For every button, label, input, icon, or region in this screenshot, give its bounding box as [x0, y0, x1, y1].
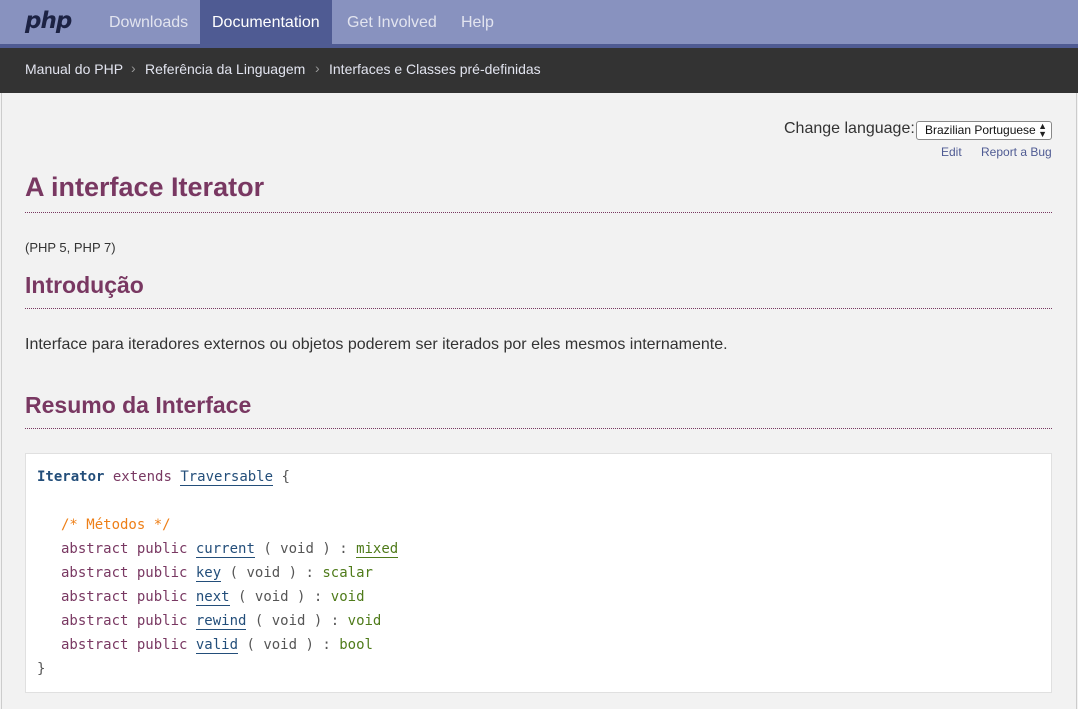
method-key-link[interactable]: key	[195, 565, 222, 582]
method-row: abstract public rewind ( void ) : void	[61, 612, 381, 630]
synopsis-header: Iterator extends Traversable {	[37, 468, 290, 486]
method-row: abstract public current ( void ) : mixed	[61, 540, 399, 558]
method-params: ( void )	[254, 613, 323, 629]
return-colon: :	[305, 565, 314, 581]
language-select[interactable]: Brazilian Portuguese ▲ ▼	[916, 121, 1052, 140]
method-params: ( void )	[246, 637, 314, 653]
method-params: ( void )	[263, 541, 331, 557]
close-brace: }	[37, 661, 46, 677]
method-next-link[interactable]: next	[195, 589, 230, 606]
return-colon: :	[330, 613, 340, 629]
methods-comment: /* Métodos */	[61, 517, 171, 533]
return-colon: :	[313, 589, 323, 605]
summary-heading: Resumo da Interface	[25, 392, 252, 418]
return-type: void	[347, 613, 382, 629]
nav-help[interactable]: Help	[449, 0, 506, 44]
method-modifiers: abstract public	[61, 565, 188, 581]
breadcrumb-predefined-interfaces[interactable]: Interfaces e Classes pré-definidas	[329, 61, 541, 77]
method-params: ( void )	[229, 565, 298, 581]
method-row: abstract public key ( void ) : scalar	[61, 564, 373, 582]
nav-documentation[interactable]: Documentation	[200, 0, 332, 48]
select-arrows-icon: ▲ ▼	[1038, 121, 1047, 139]
return-type-mixed-link[interactable]: mixed	[356, 541, 399, 558]
method-params: ( void )	[238, 589, 306, 605]
language-select-value: Brazilian Portuguese	[925, 123, 1036, 137]
version-info: (PHP 5, PHP 7)	[25, 240, 116, 255]
method-modifiers: abstract public	[61, 637, 188, 653]
extends-keyword: extends	[112, 469, 172, 485]
breadcrumb-language-reference[interactable]: Referência da Linguagem	[145, 61, 305, 77]
method-current-link[interactable]: current	[195, 541, 255, 558]
return-type: void	[330, 589, 365, 605]
method-rewind-link[interactable]: rewind	[195, 613, 247, 630]
traversable-link[interactable]: Traversable	[180, 469, 274, 486]
method-row: abstract public next ( void ) : void	[61, 588, 365, 606]
method-valid-link[interactable]: valid	[195, 637, 239, 654]
open-brace: {	[281, 469, 290, 485]
breadcrumb: Manual do PHP › Referência da Linguagem …	[0, 48, 1078, 93]
intro-divider	[25, 308, 1052, 309]
breadcrumb-separator: ›	[131, 60, 136, 76]
method-modifiers: abstract public	[61, 613, 188, 629]
intro-heading: Introdução	[25, 272, 144, 298]
return-type: scalar	[322, 565, 373, 581]
report-bug-link[interactable]: Report a Bug	[981, 145, 1052, 159]
edit-link[interactable]: Edit	[941, 145, 962, 159]
method-modifiers: abstract public	[61, 541, 188, 557]
intro-text: Interface para iteradores externos ou ob…	[25, 336, 728, 353]
nav-downloads[interactable]: Downloads	[97, 0, 200, 44]
top-navbar: php Downloads Documentation Get Involved…	[0, 0, 1078, 48]
class-synopsis: Iterator extends Traversable { /* Método…	[25, 453, 1052, 693]
summary-divider	[25, 428, 1052, 429]
method-row: abstract public valid ( void ) : bool	[61, 636, 373, 654]
nav-get-involved[interactable]: Get Involved	[335, 0, 449, 44]
breadcrumb-manual[interactable]: Manual do PHP	[25, 61, 123, 77]
class-name: Iterator	[37, 469, 105, 485]
title-divider	[25, 212, 1052, 213]
return-colon: :	[322, 637, 331, 653]
php-logo[interactable]: php	[25, 8, 72, 34]
method-modifiers: abstract public	[61, 589, 188, 605]
return-colon: :	[339, 541, 348, 557]
return-type: bool	[339, 637, 373, 653]
breadcrumb-separator: ›	[315, 60, 320, 76]
change-language-label: Change language:	[784, 120, 915, 137]
page-title: A interface Iterator	[25, 172, 265, 202]
